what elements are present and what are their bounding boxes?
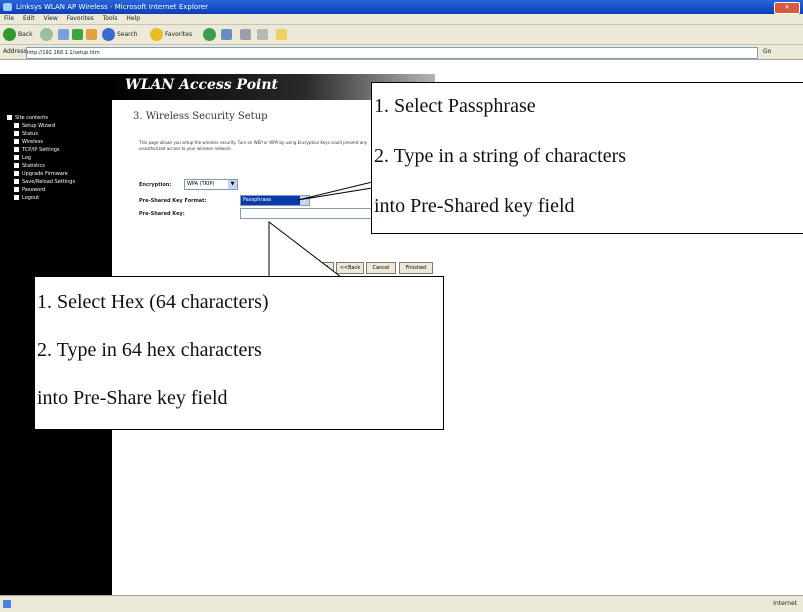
callout-hex-line1: 1. Select Hex (64 characters)	[37, 291, 269, 313]
psk-format-label: Pre-Shared Key Format:	[139, 198, 207, 204]
menu-file[interactable]: File	[4, 15, 14, 22]
menu-view[interactable]: View	[44, 15, 58, 22]
page-icon	[14, 171, 19, 176]
nav-item-setup-wizard[interactable]: Setup Wizard	[7, 122, 112, 130]
chevron-down-icon[interactable]: ▼	[300, 196, 309, 205]
nav-item-password[interactable]: Password	[7, 186, 112, 194]
window-close-button[interactable]: ✕	[774, 2, 800, 14]
status-zone: Internet	[773, 600, 797, 607]
page-icon	[14, 131, 19, 136]
address-label: Address	[3, 48, 27, 55]
nav-item-status[interactable]: Status	[7, 130, 112, 138]
nav-item-statistics[interactable]: Statistics	[7, 162, 112, 170]
favorites-label: Favorites	[165, 31, 193, 38]
stop-icon[interactable]	[58, 29, 69, 40]
encryption-label: Encryption:	[139, 182, 172, 188]
folder-icon	[14, 147, 19, 152]
folder-icon[interactable]	[276, 29, 287, 40]
history-icon[interactable]	[221, 29, 232, 40]
callout-hex-line3: into Pre-Share key field	[37, 387, 228, 409]
section-title: 3. Wireless Security Setup	[133, 111, 268, 122]
page-icon	[14, 163, 19, 168]
status-bar: Internet	[0, 595, 803, 612]
page-header-title: WLAN Access Point	[125, 77, 279, 93]
encryption-select[interactable]: WPA (TKIP) ▼	[184, 179, 238, 190]
callout-hex-line2: 2. Type in 64 hex characters	[37, 339, 262, 361]
page-icon	[14, 179, 19, 184]
page-icon	[14, 187, 19, 192]
chevron-down-icon[interactable]: ▼	[228, 180, 237, 189]
back-button[interactable]: <<Back	[336, 262, 364, 274]
nav-item-logout[interactable]: Logout	[7, 194, 112, 202]
menu-help[interactable]: Help	[126, 15, 140, 22]
page-top-spacer	[0, 60, 803, 68]
callout-passphrase: 1. Select Passphrase 2. Type in a string…	[371, 82, 803, 234]
window-title: Linksys WLAN AP Wireless - Microsoft Int…	[16, 3, 208, 11]
psk-label: Pre-Shared Key:	[139, 211, 185, 217]
back-label: Back	[18, 31, 33, 38]
section-description: This page allows you setup the wireless …	[139, 140, 368, 151]
site-nav: Site contents Setup Wizard Status Wirele…	[7, 114, 112, 202]
media-icon[interactable]	[203, 28, 216, 41]
mail-icon[interactable]	[240, 29, 251, 40]
cancel-button[interactable]: Cancel	[306, 262, 334, 274]
nav-item-tcpip[interactable]: TCP/IP Settings	[7, 146, 112, 154]
page-icon	[14, 195, 19, 200]
ie-logo-icon	[3, 3, 12, 11]
callout-passphrase-line2: 2. Type in a string of characters	[374, 145, 627, 167]
menu-tools[interactable]: Tools	[103, 15, 118, 22]
refresh-icon[interactable]	[72, 29, 83, 40]
nav-item-upgrade[interactable]: Upgrade Firmware	[7, 170, 112, 178]
callout-hex: 1. Select Hex (64 characters) 2. Type in…	[34, 276, 444, 430]
home-icon[interactable]	[86, 29, 97, 40]
psk-format-select[interactable]: Passphrase ▼	[240, 195, 310, 206]
page-icon	[14, 123, 19, 128]
menu-favorites[interactable]: Favorites	[67, 15, 94, 22]
folder-icon	[7, 115, 12, 120]
page-status-icon	[3, 600, 11, 608]
nav-root[interactable]: Site contents	[7, 114, 112, 122]
address-bar: Address http://192.168.1.1/setup.htm Go	[0, 45, 803, 60]
menu-bar: File Edit View Favorites Tools Help	[0, 14, 803, 25]
callout-passphrase-line3: into Pre-Shared key field	[374, 195, 575, 217]
favorites-icon[interactable]	[150, 28, 163, 41]
nav-item-wireless[interactable]: Wireless	[7, 138, 112, 146]
callout-passphrase-line1: 1. Select Passphrase	[374, 95, 536, 117]
cancel-alt-button[interactable]: Cancel	[366, 262, 396, 274]
psk-input[interactable]	[240, 208, 374, 219]
address-input[interactable]: http://192.168.1.1/setup.htm	[26, 47, 758, 59]
search-label: Search	[117, 31, 138, 38]
back-icon[interactable]	[3, 28, 16, 41]
browser-toolbar: Back Search Favorites	[0, 25, 803, 45]
nav-item-save-reload[interactable]: Save/Reload Settings	[7, 178, 112, 186]
print-icon[interactable]	[257, 29, 268, 40]
page-icon	[14, 155, 19, 160]
window-title-bar: Linksys WLAN AP Wireless - Microsoft Int…	[0, 0, 803, 14]
menu-edit[interactable]: Edit	[23, 15, 35, 22]
go-button[interactable]: Go	[763, 47, 787, 57]
search-icon[interactable]	[102, 28, 115, 41]
nav-item-log[interactable]: Log	[7, 154, 112, 162]
forward-icon[interactable]	[40, 28, 53, 41]
folder-icon	[14, 139, 19, 144]
finished-button[interactable]: Finished	[399, 262, 433, 274]
